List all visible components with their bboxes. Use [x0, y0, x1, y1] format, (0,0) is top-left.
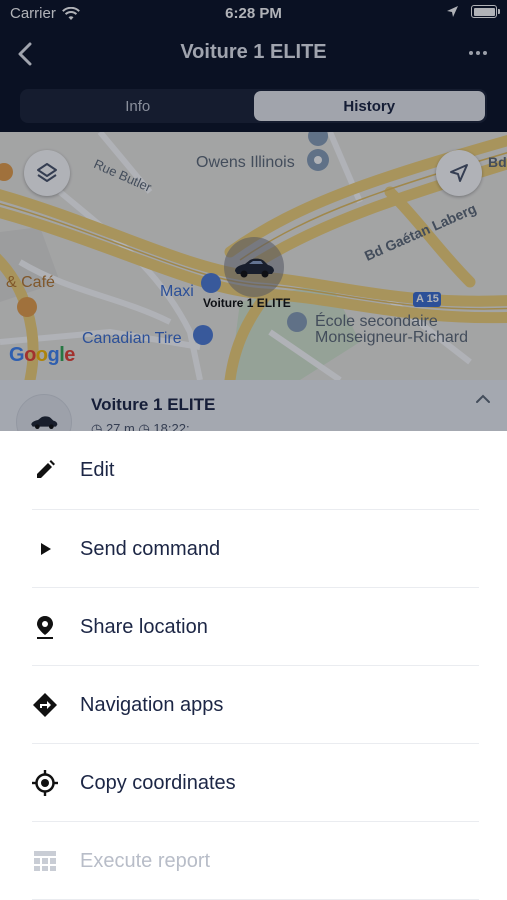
layers-icon — [37, 163, 57, 182]
action-share-location-label: Share location — [80, 615, 208, 638]
action-send-command-label: Send command — [80, 537, 221, 560]
action-execute-report: Execute report — [0, 822, 507, 900]
action-edit-label: Edit — [80, 458, 115, 481]
action-copy-coordinates[interactable]: Copy coordinates — [0, 744, 507, 822]
tab-bar-container: Info History — [0, 80, 507, 132]
object-summary[interactable]: Voiture 1 ELITE ◷ 27 m ◷ 18:22: — [0, 380, 507, 432]
table-icon — [30, 846, 60, 876]
map-label-canadian-tire: Canadian Tire — [82, 330, 182, 347]
page-title: Voiture 1 ELITE — [180, 41, 327, 63]
status-bar: Carrier 6:28 PM — [0, 0, 507, 28]
directions-icon — [30, 690, 60, 720]
map-label-cafe: & Café — [6, 274, 55, 291]
segmented-control: Info History — [20, 89, 487, 123]
map-label-bd-edge: Bd — [488, 154, 507, 170]
my-location-button[interactable] — [436, 150, 482, 196]
battery-icon — [471, 5, 500, 18]
action-execute-report-label: Execute report — [80, 849, 211, 872]
map-layers-button[interactable] — [24, 150, 70, 196]
car-icon — [235, 258, 274, 278]
action-sheet: Edit Send command Share location Navigat… — [0, 431, 507, 900]
action-copy-coordinates-label: Copy coordinates — [80, 771, 236, 794]
action-send-command[interactable]: Send command — [0, 510, 507, 588]
object-name: Voiture 1 ELITE — [91, 395, 216, 414]
chevron-up-icon[interactable] — [475, 394, 491, 404]
action-navigation-apps[interactable]: Navigation apps — [0, 666, 507, 744]
tab-history[interactable]: History — [253, 91, 485, 121]
more-dot — [483, 51, 487, 55]
google-logo: Google — [9, 344, 75, 366]
clock: 6:28 PM — [225, 5, 282, 22]
navigation-arrow-icon — [450, 164, 468, 182]
car-icon — [31, 416, 58, 429]
map-label-a15: A 15 — [416, 293, 439, 305]
play-icon — [30, 534, 60, 564]
vehicle-marker-label: Voiture 1 ELITE — [203, 296, 291, 310]
navigation-bar: Voiture 1 ELITE — [0, 28, 507, 80]
location-pin-icon — [30, 612, 60, 642]
map-label-maxi: Maxi — [160, 283, 194, 300]
action-navigation-apps-label: Navigation apps — [80, 693, 224, 716]
location-arrow-icon — [447, 6, 458, 17]
tab-info[interactable]: Info — [22, 91, 254, 121]
map-view[interactable]: Owens Illinois Rue Butler Bd Gaétan Labe… — [0, 132, 507, 380]
more-dots-icon — [469, 51, 473, 55]
vehicle-marker[interactable] — [224, 237, 284, 297]
pencil-icon — [30, 455, 60, 485]
more-button[interactable] — [463, 38, 493, 68]
more-dot — [476, 51, 480, 55]
map-label-ecole-2: Monseigneur-Richard — [315, 329, 468, 346]
action-edit[interactable]: Edit — [0, 431, 507, 509]
crosshair-icon — [30, 768, 60, 798]
vehicle-avatar — [16, 394, 72, 432]
map-label-owens: Owens Illinois — [196, 154, 295, 171]
action-share-location[interactable]: Share location — [0, 588, 507, 666]
